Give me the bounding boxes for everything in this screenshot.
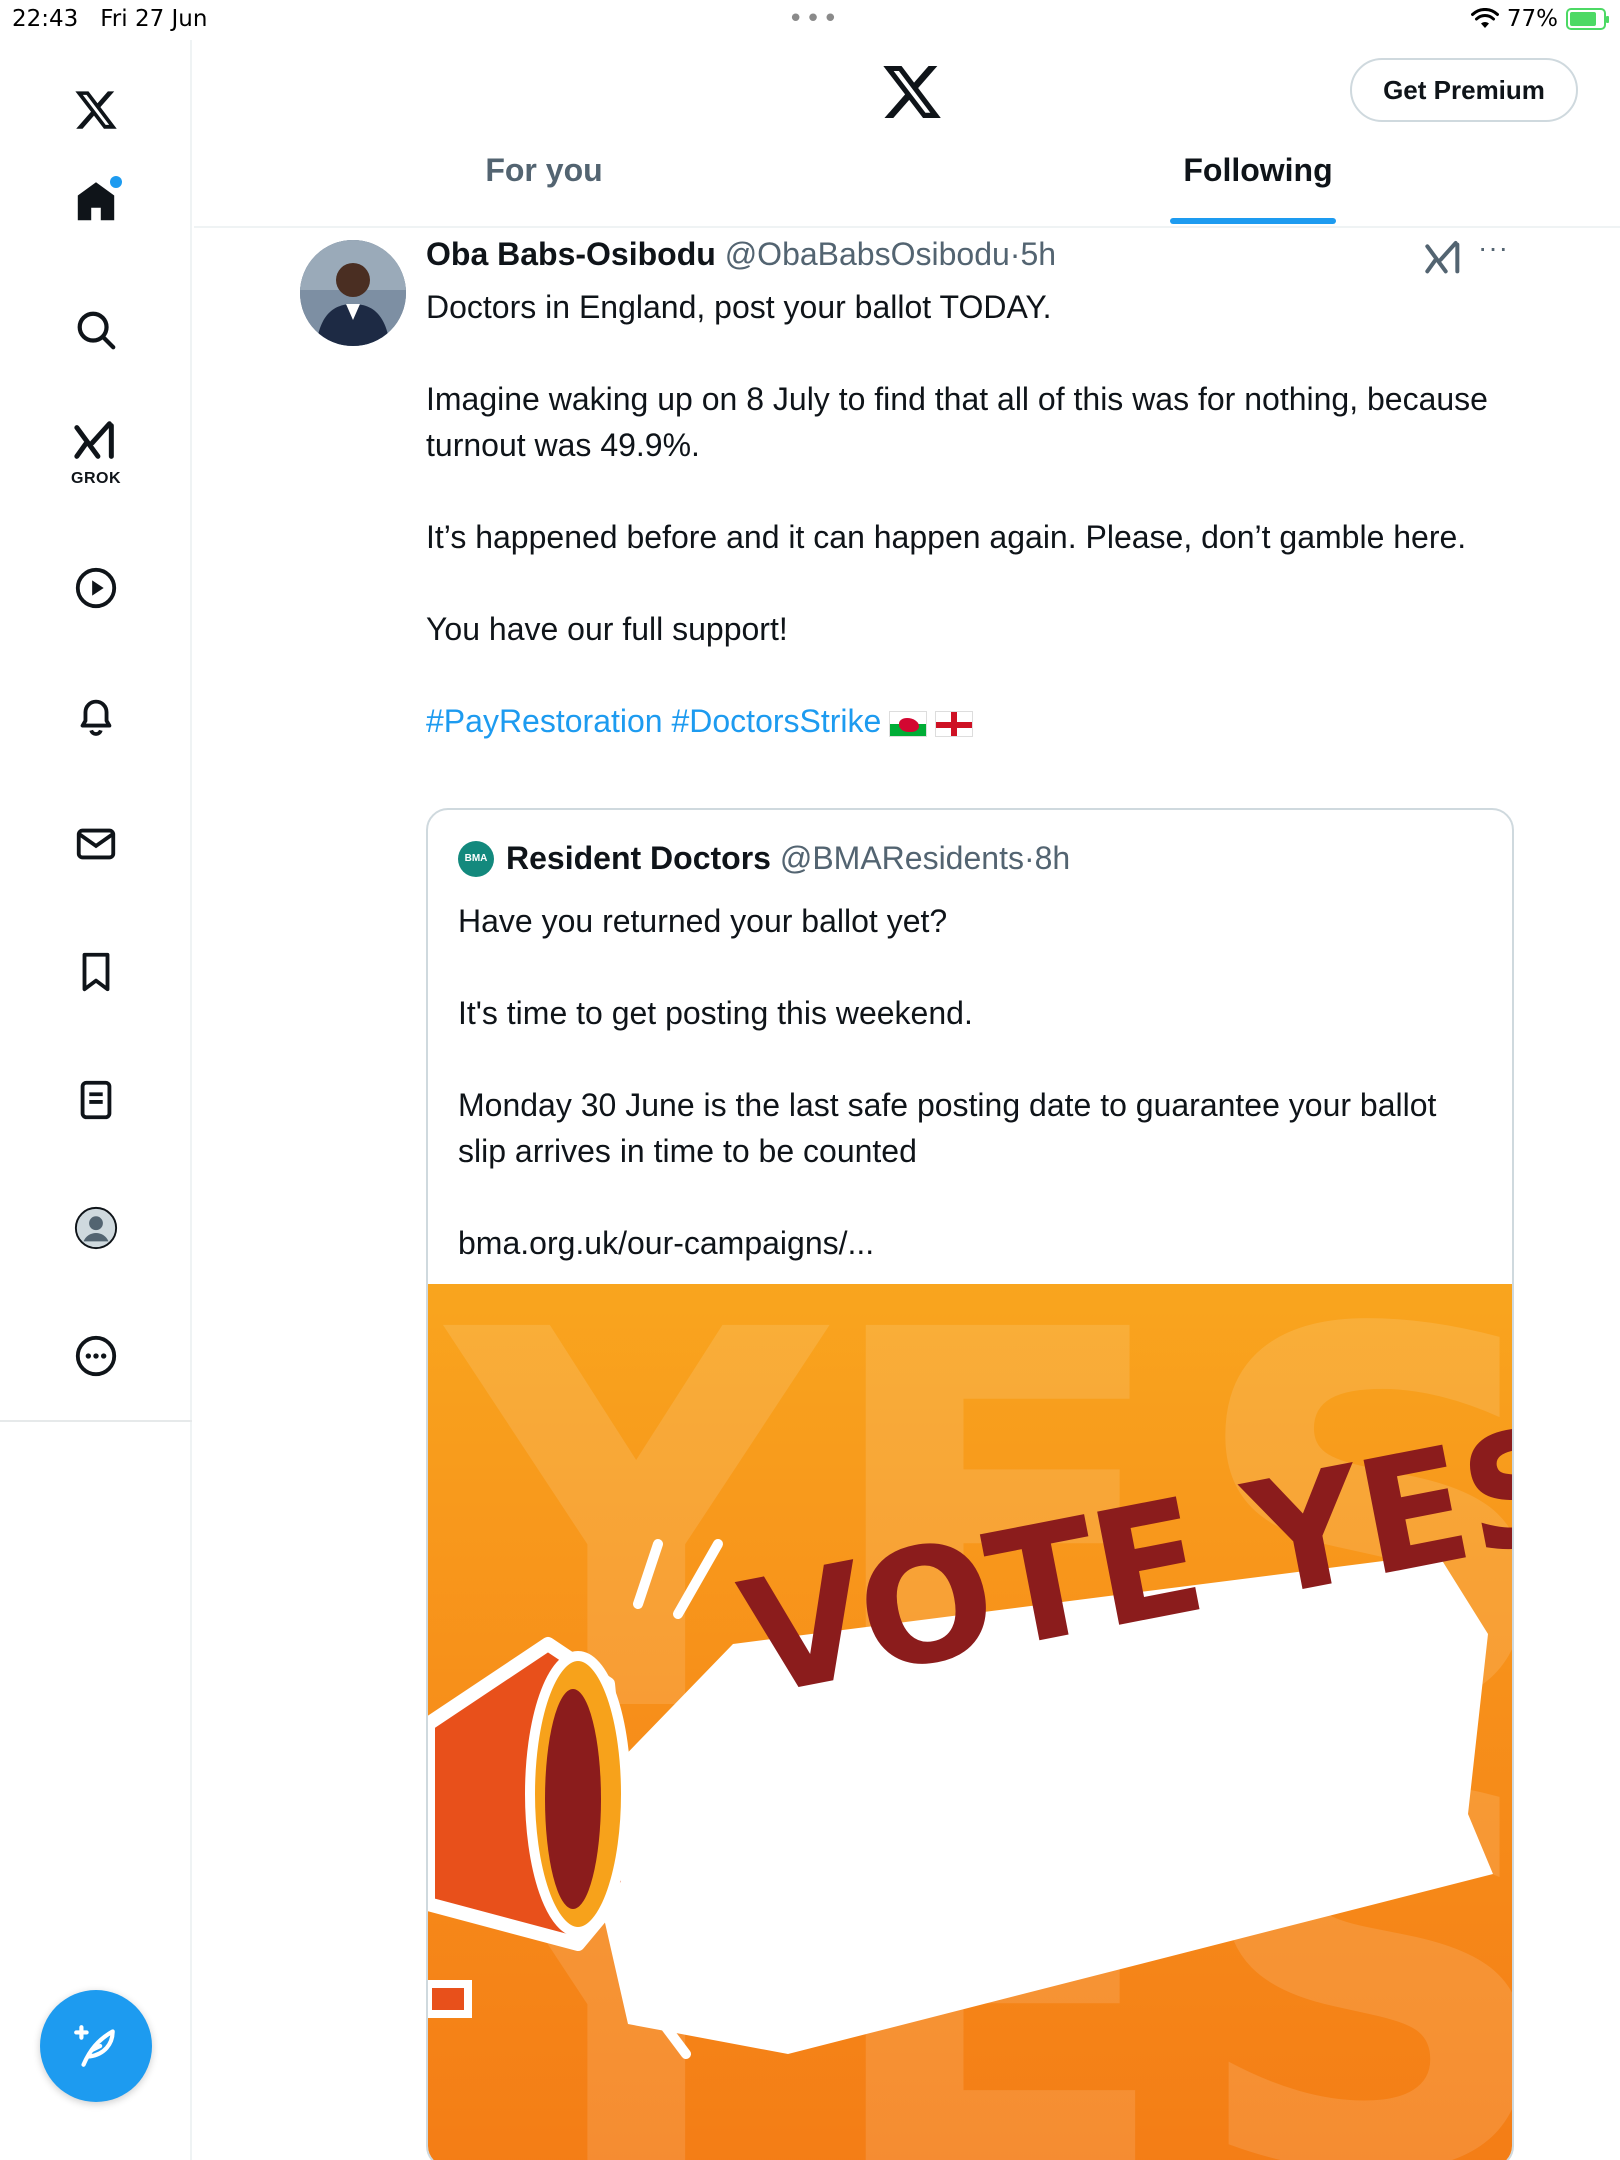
wifi-icon	[1470, 8, 1499, 28]
tab-for-you[interactable]: For you	[354, 152, 734, 226]
hashtag-line: #PayRestoration #DoctorsStrike	[426, 698, 1506, 744]
tweet-paragraph: You have our full support!	[426, 611, 788, 647]
more-options-icon[interactable]: ···	[1478, 232, 1509, 264]
compose-feather-icon	[74, 2025, 115, 2067]
quoted-tweet[interactable]: BMA Resident Doctors @BMAResidents · 8h Ha…	[426, 808, 1514, 2160]
sidebar-item-grok[interactable]: GROK	[56, 410, 136, 490]
tab-following[interactable]: Following	[1068, 152, 1448, 226]
sidebar-item-notifications[interactable]	[56, 676, 136, 756]
get-premium-button[interactable]: Get Premium	[1350, 58, 1578, 122]
mail-icon	[76, 828, 116, 860]
multitask-dots-icon[interactable]: •••	[788, 4, 840, 34]
hashtag-links[interactable]: #PayRestoration #DoctorsStrike	[426, 703, 881, 739]
sidebar-item-lists[interactable]	[56, 1060, 136, 1140]
battery-icon	[1566, 8, 1609, 30]
sidebar-item-profile[interactable]	[56, 1188, 136, 1268]
search-icon	[77, 311, 116, 350]
bma-avatar: BMA	[458, 840, 494, 877]
england-flag-icon	[935, 710, 974, 737]
sidebar-item-search[interactable]	[56, 290, 136, 370]
vote-yes-image[interactable]: Y E S Y E S VOTE YES	[428, 1284, 1512, 2160]
status-time: 22:43 Fri 27 Jun	[12, 6, 207, 32]
compose-button[interactable]	[40, 1990, 152, 2102]
quote-paragraph: Have you returned your ballot yet?	[458, 903, 948, 939]
list-icon	[80, 1080, 112, 1120]
quote-author-name: Resident Doctors	[506, 840, 771, 876]
quote-separator: ·	[1023, 840, 1035, 876]
sidebar-item-bookmarks[interactable]	[56, 932, 136, 1012]
grok-icon	[74, 421, 114, 459]
quote-author-handle: @BMAResidents	[779, 840, 1024, 876]
quote-link[interactable]: bma.org.uk/our-campaigns/...	[458, 1220, 1468, 1266]
bell-icon	[80, 699, 112, 736]
speech-banner-shape	[428, 1539, 1493, 2059]
grok-icon[interactable]	[1424, 238, 1464, 278]
quote-paragraph: Monday 30 June is the last safe posting …	[458, 1087, 1437, 1169]
sidebar-item-more[interactable]	[56, 1316, 136, 1396]
author-avatar[interactable]	[300, 240, 406, 346]
tweet-paragraph: Imagine waking up on 8 July to find that…	[426, 381, 1488, 463]
profile-avatar-icon	[74, 1206, 118, 1250]
status-bar: 22:43 Fri 27 Jun ••• 77%	[0, 0, 1620, 40]
x-logo-icon[interactable]	[56, 70, 136, 150]
author-handle[interactable]: @ObaBabsOsibodu	[725, 236, 1010, 272]
status-right: 77%	[1470, 6, 1609, 32]
bookmark-icon	[82, 952, 110, 992]
clock-date: Fri 27 Jun	[100, 6, 208, 32]
tweet-time[interactable]: 5h	[1020, 236, 1056, 272]
tweet-text: Doctors in England, post your ballot TOD…	[426, 284, 1506, 744]
timeline-header: Get Premium For you Following	[194, 40, 1620, 228]
header-separator: ·	[1009, 236, 1021, 272]
quote-header: BMA Resident Doctors @BMAResidents · 8h	[458, 840, 1070, 877]
notification-dot	[110, 176, 122, 188]
quote-paragraph: It's time to get posting this weekend.	[458, 995, 973, 1031]
author-name[interactable]: Oba Babs-Osibodu	[426, 236, 716, 272]
battery-percent: 77%	[1506, 6, 1558, 32]
grok-label: GROK	[71, 470, 121, 487]
tweet-paragraph: Doctors in England, post your ballot TOD…	[426, 289, 1052, 325]
sidebar-item-video[interactable]	[56, 548, 136, 628]
sidebar-item-home[interactable]	[56, 162, 136, 242]
video-play-icon	[75, 567, 117, 609]
more-circle-icon	[75, 1335, 117, 1377]
x-logo-icon[interactable]	[880, 60, 944, 124]
quote-text: Have you returned your ballot yet? It's …	[458, 898, 1468, 1266]
wales-flag-icon	[889, 710, 928, 737]
tweet-header: Oba Babs-Osibodu @ObaBabsOsibodu·5h	[426, 236, 1056, 273]
clock-time: 22:43	[12, 6, 79, 32]
quote-time: 8h	[1034, 840, 1071, 876]
sidebar-divider	[0, 1420, 192, 1422]
active-tab-indicator	[1170, 218, 1336, 224]
sidebar: GROK	[0, 40, 192, 2160]
sidebar-item-messages[interactable]	[56, 804, 136, 884]
tweet-paragraph: It’s happened before and it can happen a…	[426, 519, 1467, 555]
